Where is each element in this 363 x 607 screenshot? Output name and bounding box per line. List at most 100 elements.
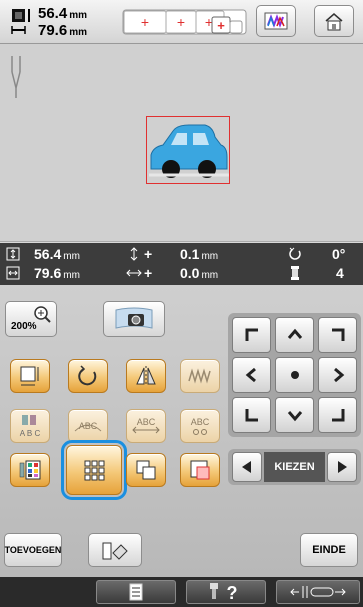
multi-color-text-icon: A B C [20,415,41,438]
delete-button[interactable] [88,533,142,567]
move-up-right-button[interactable] [318,317,357,353]
applique-icon [190,460,210,480]
move-down-button[interactable] [275,397,314,433]
end-button[interactable]: EINDE [300,533,358,567]
top-bar: 56.4 mm 79.6 mm + + + + [0,0,363,44]
spacing-text-label: ABC [137,417,156,427]
rotation-value: 0° [332,246,346,262]
camera-icon [115,307,153,329]
thread-color-icon [264,12,288,30]
vertical-offset-sign: + [144,246,153,262]
move-up-left-button[interactable] [232,317,271,353]
color-count-value: 4 [336,265,344,281]
horizontal-offset-unit: mm [201,270,219,281]
corner-up-left-icon [245,328,258,341]
corner-up-right-icon [331,328,344,341]
horizontal-offset-readout: 0.0 mm [180,265,218,281]
move-up-button[interactable] [275,317,314,353]
design-size-icon [11,9,30,34]
horizontal-offset-sign: + [144,265,153,281]
svg-text:+: + [177,14,185,30]
move-down-left-button[interactable] [232,397,271,433]
design-width-unit: mm [69,10,87,21]
triangle-left-icon [242,461,251,473]
chevron-right-icon [333,367,344,383]
eraser-icon [102,542,128,560]
array-text-icon: ABC [74,421,102,432]
cut-text-icon: ABC [191,417,210,435]
svg-text:+: + [217,18,225,33]
svg-text:+: + [141,14,149,30]
center-dot-icon [290,371,299,379]
embroidery-preview-area[interactable] [0,44,363,242]
design-height-readout: 79.6 mm [38,22,87,39]
settings-list-icon [129,583,143,601]
color-change-button[interactable] [10,453,50,487]
move-arrow-pad [228,313,361,437]
width-readout: 79.6 mm [34,265,80,281]
design-frame[interactable] [146,116,230,184]
presser-foot-icon [290,586,346,598]
rotation-icon [289,247,301,260]
chevron-up-icon [287,328,302,339]
height-icon [6,247,20,261]
zoom-button[interactable]: 200% [5,301,57,337]
height-readout: 56.4 mm [34,246,80,262]
height-unit: mm [63,251,80,262]
camera-view-button[interactable] [103,301,165,337]
svg-text:?: ? [227,583,238,603]
settings-button[interactable] [96,580,176,604]
move-down-right-button[interactable] [318,397,357,433]
hoop-size-indicator[interactable]: + + + + [122,8,248,36]
car-design-icon [149,124,229,178]
help-button[interactable]: ? [186,580,266,604]
vertical-offset-readout: 0.1 mm [180,246,218,262]
duplicate-icon [136,460,156,480]
height-value: 56.4 [34,246,62,262]
multi-color-text-button[interactable]: A B C [10,409,50,443]
cut-text-label: ABC [191,417,210,427]
select-next-button[interactable] [327,452,357,482]
select-previous-button[interactable] [232,452,262,482]
spacing-text-icon: ABC [132,417,160,434]
chevron-down-icon [287,411,302,422]
applique-button[interactable] [180,453,220,487]
vertical-offset-icon [130,247,138,261]
thread-color-button[interactable] [256,5,296,37]
magnifier-plus-icon [34,306,51,323]
mirror-button[interactable] [126,359,166,393]
vertical-offset-unit: mm [201,251,219,262]
multi-color-text-label: A B C [20,429,41,438]
rotate-button[interactable] [68,359,108,393]
home-button[interactable] [314,5,354,37]
add-button[interactable]: TOEVOEGEN [4,533,62,567]
move-left-button[interactable] [232,357,271,393]
move-right-button[interactable] [318,357,357,393]
design-height-value: 79.6 [38,22,68,39]
corner-down-right-icon [331,409,344,422]
array-text-label: ABC [79,421,98,431]
width-unit: mm [63,270,80,281]
grid-border-icon [84,460,105,481]
width-icon [6,266,20,280]
vertical-offset-value: 0.1 [180,246,200,262]
select-label: KIEZEN [264,452,325,482]
home-icon [325,13,343,31]
duplicate-button[interactable] [126,453,166,487]
add-label: TOEVOEGEN [4,545,62,555]
triangle-right-icon [338,461,347,473]
density-button[interactable] [180,359,220,393]
center-button[interactable] [275,357,314,393]
mirror-icon [136,366,156,386]
presser-foot-button[interactable] [276,580,360,604]
help-icon: ? [210,583,238,603]
spacing-text-button[interactable]: ABC [126,409,166,443]
horizontal-offset-icon [126,269,142,277]
resize-icon [20,366,39,386]
cut-text-button[interactable]: ABC [180,409,220,443]
border-button[interactable] [61,440,127,500]
array-text-button[interactable]: ABC [68,409,108,443]
size-button[interactable] [10,359,50,393]
rotate-icon [78,365,97,386]
edit-control-panel: 200% A B C ABC ABC ABC KIEZEN TOEVOEGEN … [0,285,363,577]
